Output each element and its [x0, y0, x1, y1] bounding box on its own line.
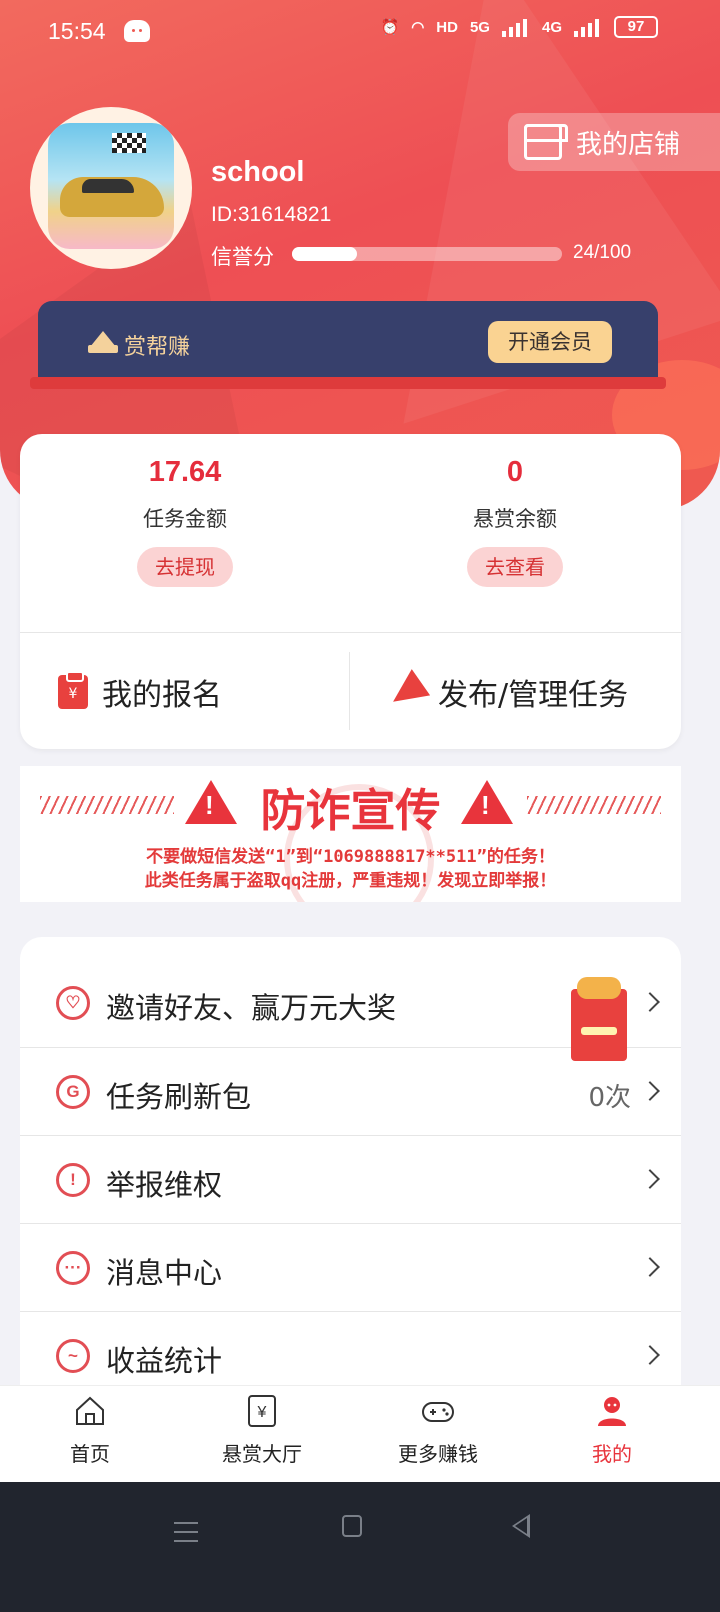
avatar[interactable] — [30, 107, 192, 269]
credit-progress-bar — [292, 247, 562, 261]
menu-item-messages[interactable]: ··· 消息中心 — [20, 1224, 681, 1312]
status-icons: ⏰ ◠ HD 5G 4G 97 — [381, 16, 658, 38]
user-name: school — [211, 156, 305, 188]
crown-icon — [88, 331, 118, 353]
checkered-flag — [112, 133, 146, 153]
clipboard-icon: ¥ — [58, 671, 88, 709]
tab-label: 首页 — [70, 1442, 110, 1466]
signal-5g-label: 5G — [469, 18, 490, 36]
menu-item-label: 邀请好友、赢万元大奖 — [106, 991, 397, 1025]
signal-icon — [574, 17, 602, 37]
withdraw-button[interactable]: 去提现 — [137, 547, 233, 587]
signal-4g-label: 4G — [541, 18, 562, 36]
tab-label: 我的 — [592, 1442, 632, 1466]
credit-value: 24/100 — [573, 242, 632, 263]
vip-title: 赏帮赚 — [124, 335, 191, 360]
publish-task-label: 发布/管理任务 — [438, 678, 629, 713]
vip-banner-edge — [30, 377, 666, 389]
status-bar: 15:54 ⏰ ◠ HD 5G 4G 97 — [0, 0, 720, 64]
open-membership-button[interactable]: 开通会员 — [488, 321, 612, 363]
chart-icon: ~ — [56, 1339, 90, 1373]
menu-item-refresh-pack[interactable]: G 任务刷新包 0次 — [20, 1048, 681, 1136]
tab-label: 悬赏大厅 — [222, 1442, 302, 1466]
avatar-image — [48, 123, 174, 249]
car-window — [82, 179, 134, 193]
menu-item-invite[interactable]: ♡ 邀请好友、赢万元大奖 — [20, 959, 681, 1061]
tab-label: 更多赚钱 — [398, 1442, 478, 1466]
menu-list: ♡ 邀请好友、赢万元大奖 G 任务刷新包 0次 ! 举报维权 ··· 消息中心 … — [20, 937, 681, 1407]
divider — [20, 632, 681, 633]
menu-item-label: 消息中心 — [106, 1256, 223, 1290]
shop-icon — [524, 124, 568, 160]
reward-balance-block: 0 悬赏余额 去查看 — [350, 456, 680, 587]
tab-more-earning[interactable]: 更多赚钱 — [348, 1386, 528, 1483]
task-amount-block: 17.64 任务金额 去提现 — [20, 456, 350, 587]
back-nav-icon[interactable] — [512, 1514, 530, 1538]
chevron-right-icon — [640, 1169, 660, 1189]
view-balance-button[interactable]: 去查看 — [467, 547, 563, 587]
notification-robot-icon — [124, 20, 150, 42]
menu-item-value: 0次 — [588, 1083, 631, 1113]
home-nav-icon[interactable] — [342, 1515, 362, 1537]
my-signup-label: 我的报名 — [102, 678, 222, 713]
wallet-card: 17.64 任务金额 去提现 0 悬赏余额 去查看 ¥ 我的报名 发布/管理任务 — [20, 434, 681, 749]
chevron-right-icon — [640, 1345, 660, 1365]
vip-banner[interactable]: 赏帮赚 开通会员 — [38, 301, 658, 383]
my-shop-button[interactable]: 我的店铺 — [508, 113, 720, 171]
menu-item-label: 任务刷新包 — [106, 1080, 252, 1114]
menu-item-report[interactable]: ! 举报维权 — [20, 1136, 681, 1224]
anti-fraud-banner[interactable]: 防诈宣传 不要做短信发送“1”到“1069888817**511”的任务！ 此类… — [20, 766, 681, 902]
yuan-icon: ¥ — [245, 1394, 279, 1428]
tab-reward-hall[interactable]: ¥ 悬赏大厅 — [172, 1386, 352, 1483]
refresh-icon: G — [56, 1075, 90, 1109]
gamepad-icon — [421, 1394, 455, 1428]
credit-label: 信誉分 — [211, 245, 274, 269]
my-shop-label: 我的店铺 — [576, 129, 681, 160]
chevron-right-icon — [640, 992, 660, 1012]
hd-badge: HD — [436, 18, 458, 36]
message-icon: ··· — [56, 1251, 90, 1285]
status-time: 15:54 — [48, 18, 106, 44]
menu-item-label: 收益统计 — [106, 1344, 223, 1378]
battery-icon: 97 — [614, 16, 658, 38]
anti-fraud-line-2: 此类任务属于盗取qq注册，严重违规！发现立即举报！ — [144, 871, 557, 891]
signal-icon — [501, 17, 530, 37]
tab-home[interactable]: 首页 — [0, 1386, 180, 1483]
svg-text:¥: ¥ — [257, 1404, 267, 1421]
my-signup-button[interactable]: ¥ 我的报名 — [58, 670, 222, 714]
divider — [349, 652, 350, 730]
anti-fraud-title: 防诈宣传 — [260, 784, 441, 837]
alarm-icon: ⏰ — [380, 19, 400, 36]
paper-plane-icon — [383, 669, 431, 715]
bottom-tab-bar: 首页 ¥ 悬赏大厅 更多赚钱 我的 — [0, 1385, 720, 1482]
heart-icon: ♡ — [56, 986, 90, 1020]
wifi-icon: ◠ — [411, 19, 425, 36]
tab-mine[interactable]: 我的 — [522, 1386, 702, 1483]
task-amount-label: 任务金额 — [143, 507, 227, 531]
chevron-right-icon — [640, 1257, 660, 1277]
chevron-right-icon — [640, 1081, 660, 1101]
publish-task-button[interactable]: 发布/管理任务 — [383, 669, 629, 715]
user-icon — [595, 1394, 629, 1428]
user-id: ID:31614821 — [211, 203, 332, 226]
system-nav-bar — [0, 1482, 720, 1612]
reward-balance-label: 悬赏余额 — [473, 507, 557, 531]
warning-icon: ! — [56, 1163, 90, 1197]
menu-nav-icon[interactable] — [174, 1522, 198, 1542]
home-icon — [73, 1394, 107, 1428]
task-amount-value: 17.64 — [148, 456, 222, 488]
menu-item-label: 举报维权 — [106, 1168, 223, 1202]
credit-progress-fill — [292, 247, 357, 261]
reward-balance-value: 0 — [506, 456, 524, 488]
anti-fraud-line-1: 不要做短信发送“1”到“1069888817**511”的任务！ — [146, 847, 555, 867]
